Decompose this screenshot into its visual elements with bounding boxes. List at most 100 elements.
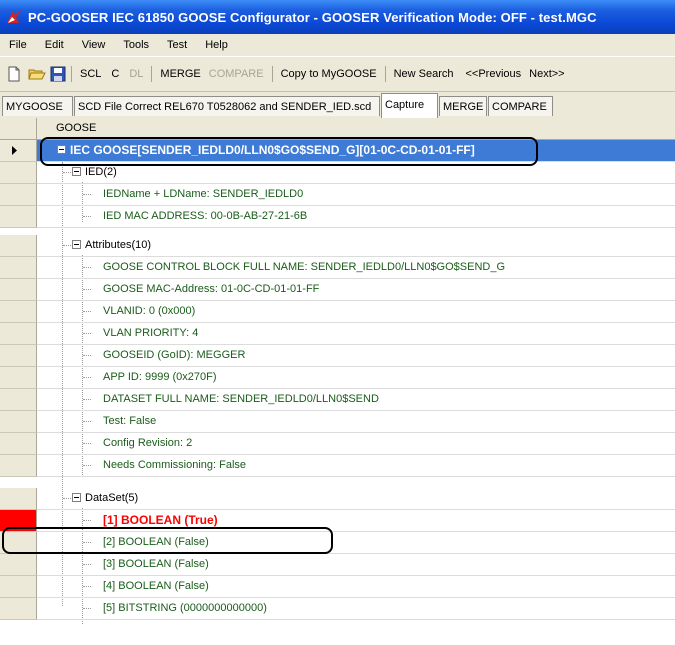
row-cell: IED MAC ADDRESS: 00-0B-AB-27-21-6B (37, 206, 675, 228)
merge-button[interactable]: MERGE (157, 68, 203, 80)
dataset-item-label: [1] BOOLEAN (True) (103, 513, 218, 527)
menu-edit[interactable]: Edit (36, 39, 73, 51)
toolbar-separator (271, 66, 273, 82)
row-header[interactable] (0, 257, 37, 279)
row-header[interactable] (0, 345, 37, 367)
tab-merge[interactable]: MERGE (439, 96, 487, 116)
tab-scd-file[interactable]: SCD File Correct REL670 T0528062 and SEN… (74, 96, 380, 116)
new-search-button[interactable]: New Search (391, 68, 457, 80)
menu-tools[interactable]: Tools (114, 39, 158, 51)
toolbar-separator (384, 66, 386, 82)
copy-to-mygoose-button[interactable]: Copy to MyGOOSE (278, 68, 380, 80)
row-header[interactable] (0, 433, 37, 455)
row-cell: Test: False (37, 411, 675, 433)
attribute-row[interactable]: GOOSE MAC-Address: 01-0C-CD-01-01-FF (0, 279, 675, 301)
row-header[interactable] (0, 411, 37, 433)
tree-line (83, 608, 91, 609)
row-header[interactable] (0, 510, 37, 532)
save-icon[interactable] (50, 66, 66, 82)
collapse-icon[interactable] (72, 493, 81, 502)
tab-mygoose[interactable]: MYGOOSE (2, 96, 73, 116)
row-cell: [5] BITSTRING (0000000000000) (37, 598, 675, 620)
dataset-item-label: [5] BITSTRING (0000000000000) (103, 602, 267, 614)
row-cell: Attributes(10) (37, 235, 675, 257)
menu-view[interactable]: View (73, 39, 115, 51)
new-file-icon[interactable] (6, 66, 22, 82)
attribute-row[interactable]: GOOSE CONTROL BLOCK FULL NAME: SENDER_IE… (0, 257, 675, 279)
row-cell: DATASET FULL NAME: SENDER_IEDLD0/LLN0$SE… (37, 389, 675, 411)
dataset-item-row[interactable]: [2] BOOLEAN (False) (0, 532, 675, 554)
attribute-label: GOOSE MAC-Address: 01-0C-CD-01-01-FF (103, 283, 320, 295)
open-folder-icon[interactable] (28, 66, 46, 82)
dataset-item-row[interactable]: [5] BITSTRING (0000000000000) (0, 598, 675, 620)
attribute-row[interactable]: APP ID: 9999 (0x270F) (0, 367, 675, 389)
dataset-item-row[interactable]: [3] BOOLEAN (False) (0, 554, 675, 576)
dataset-item-label: [2] BOOLEAN (False) (103, 536, 209, 548)
row-header[interactable] (0, 162, 37, 184)
attribute-row[interactable]: VLAN PRIORITY: 4 (0, 323, 675, 345)
tree-line (63, 498, 71, 499)
goose-root-row[interactable]: IEC GOOSE[SENDER_IEDLD0/LLN0$GO$SEND_G][… (0, 140, 675, 162)
tab-capture[interactable]: Capture (381, 93, 438, 118)
app-window: PC-GOOSER IEC 61850 GOOSE Configurator -… (0, 0, 675, 645)
attribute-label: GOOSEID (GoID): MEGGER (103, 349, 246, 361)
menu-bar: File Edit View Tools Test Help (0, 34, 675, 56)
row-header[interactable] (0, 206, 37, 228)
row-header[interactable] (0, 532, 37, 554)
row-header[interactable] (0, 323, 37, 345)
tree-line (83, 564, 91, 565)
compare-button[interactable]: COMPARE (206, 68, 267, 80)
tab-compare[interactable]: COMPARE (488, 96, 553, 116)
tree-line (83, 377, 91, 378)
row-header[interactable] (0, 279, 37, 301)
ied-item-row[interactable]: IEDName + LDName: SENDER_IEDLD0 (0, 184, 675, 206)
ied-item-row[interactable]: IED MAC ADDRESS: 00-0B-AB-27-21-6B (0, 206, 675, 228)
previous-button[interactable]: <<Previous (462, 68, 524, 80)
row-header[interactable] (0, 184, 37, 206)
row-header[interactable] (0, 554, 37, 576)
attribute-row[interactable]: Config Revision: 2 (0, 433, 675, 455)
c-button[interactable]: C (108, 68, 122, 80)
collapse-icon[interactable] (72, 240, 81, 249)
toolbar: SCL C DL MERGE COMPARE Copy to MyGOOSE N… (0, 57, 675, 92)
tree-line (83, 355, 91, 356)
attribute-row[interactable]: Needs Commissioning: False (0, 455, 675, 477)
row-header[interactable] (0, 140, 37, 162)
dataset-item-row-highlighted[interactable]: [1] BOOLEAN (True) (0, 510, 675, 532)
tree-line (83, 465, 91, 466)
attribute-row[interactable]: Test: False (0, 411, 675, 433)
menu-help[interactable]: Help (196, 39, 237, 51)
attribute-label: Needs Commissioning: False (103, 459, 247, 471)
app-logo-icon (6, 9, 22, 25)
ied-group-row[interactable]: IED(2) (0, 162, 675, 184)
row-header[interactable] (0, 576, 37, 598)
dataset-group-row[interactable]: DataSet(5) (0, 488, 675, 510)
row-header[interactable] (0, 235, 37, 257)
menu-test[interactable]: Test (158, 39, 196, 51)
attribute-label: DATASET FULL NAME: SENDER_IEDLD0/LLN0$SE… (103, 393, 379, 405)
dataset-item-row[interactable]: [4] BOOLEAN (False) (0, 576, 675, 598)
collapse-icon[interactable] (57, 145, 66, 154)
row-header[interactable] (0, 367, 37, 389)
attributes-group-row[interactable]: Attributes(10) (0, 235, 675, 257)
toolbar-separator (151, 66, 153, 82)
row-header[interactable] (0, 598, 37, 620)
row-cell: DataSet(5) (37, 488, 675, 510)
row-header[interactable] (0, 301, 37, 323)
attribute-row[interactable]: DATASET FULL NAME: SENDER_IEDLD0/LLN0$SE… (0, 389, 675, 411)
row-header[interactable] (0, 389, 37, 411)
row-header[interactable] (0, 488, 37, 510)
attribute-row[interactable]: GOOSEID (GoID): MEGGER (0, 345, 675, 367)
row-cell: [1] BOOLEAN (True) (37, 510, 675, 532)
attribute-row[interactable]: VLANID: 0 (0x000) (0, 301, 675, 323)
ied-group-label: IED(2) (85, 166, 117, 178)
row-header[interactable] (0, 455, 37, 477)
tree-line (83, 267, 91, 268)
menu-file[interactable]: File (0, 39, 36, 51)
collapse-icon[interactable] (72, 167, 81, 176)
scl-button[interactable]: SCL (77, 68, 104, 80)
dl-button[interactable]: DL (126, 68, 146, 80)
tree-line (83, 333, 91, 334)
goose-column-label[interactable]: GOOSE (56, 122, 96, 134)
next-button[interactable]: Next>> (526, 68, 567, 80)
